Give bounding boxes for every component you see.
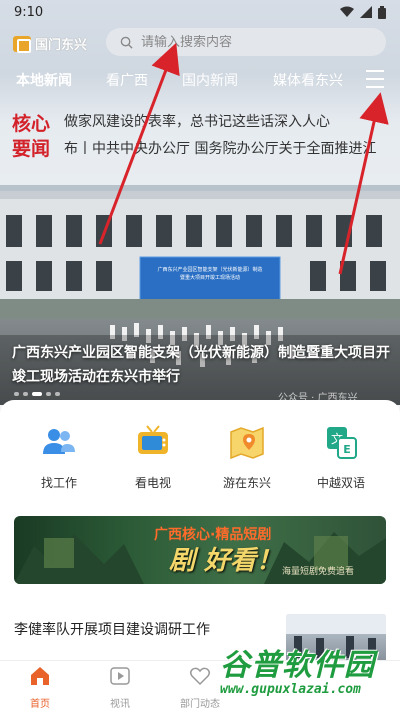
service-label: 游在东兴 (222, 476, 271, 490)
service-grid: 找工作 看电视 游在东兴 文 E 中越双语 (0, 422, 400, 492)
app-header: 国门东兴 (0, 28, 400, 58)
svg-text:广西东兴产业园区智能支架（光伏新能源）制造: 广西东兴产业园区智能支架（光伏新能源）制造 (157, 266, 262, 273)
news-title: 李健率队开展项目建设调研工作 (14, 622, 210, 638)
tab-domestic-news[interactable]: 国内新闻 (182, 70, 238, 90)
search-icon (120, 36, 133, 49)
banner-caption[interactable]: 广西东兴产业园区智能支架（光伏新能源）制造暨重大项目开竣工现场活动在东兴市举行 (12, 341, 392, 389)
heart-icon (189, 667, 211, 686)
status-time: 9:10 (14, 4, 44, 20)
service-tour-dongxing[interactable]: 游在东兴 (212, 422, 282, 491)
carousel-indicator (14, 392, 60, 396)
nav-label: 视讯 (110, 699, 130, 710)
status-icons (340, 5, 386, 19)
headline-item[interactable]: 做家风建设的表率，总书记这些话深入人心 (64, 111, 394, 131)
tab-guangxi[interactable]: 看广西 (106, 70, 148, 90)
search-input[interactable] (141, 34, 341, 50)
search-box[interactable] (106, 28, 386, 56)
battery-icon (378, 5, 386, 19)
service-label: 看电视 (134, 476, 171, 490)
wifi-icon (340, 6, 354, 17)
logo-text: 国门东兴 (35, 38, 88, 53)
watermark-name: 谷普软件园 (220, 648, 375, 683)
service-label: 找工作 (40, 476, 77, 490)
map-icon (230, 426, 264, 460)
service-bilingual[interactable]: 文 E 中越双语 (306, 422, 376, 491)
status-bar: 9:10 (0, 0, 400, 24)
service-watch-tv[interactable]: 看电视 (118, 422, 188, 491)
translate-icon: 文 E (327, 427, 357, 459)
promo-subtitle: 海量短剧免费追看 (282, 567, 355, 577)
core-headlines: 核心 要闻 做家风建设的表率，总书记这些话深入人心 布丨中共中央办公厅 国务院办… (0, 108, 400, 168)
promo-banner[interactable]: 广西核心·精品短剧 剧 好看！ 海量短剧免费追看 (14, 516, 386, 584)
play-icon (110, 667, 130, 685)
app-logo[interactable]: 国门东兴 (13, 34, 87, 53)
banner-carousel[interactable]: 广西东兴产业园区智能支架（光伏新能源）制造 暨重大项目开竣工现场活动 广西东兴产… (0, 185, 400, 405)
promo-headline: 剧 好看！ (169, 546, 283, 576)
tv-icon (138, 425, 168, 454)
headline-item[interactable]: 布丨中共中央办公厅 国务院办公厅关于全面推进江 (64, 138, 394, 158)
svg-text:暨重大项目开竣工现场活动: 暨重大项目开竣工现场活动 (180, 274, 240, 281)
signal-icon (360, 6, 372, 18)
headlines-label: 核心 要闻 (12, 113, 51, 160)
nav-home[interactable]: 首页 (10, 665, 70, 710)
people-icon (43, 429, 75, 454)
nav-video[interactable]: 视讯 (90, 665, 150, 710)
tab-local-news[interactable]: 本地新闻 (16, 70, 72, 90)
tab-media-dongxing[interactable]: 媒体看东兴 (273, 70, 343, 90)
logo-icon (13, 35, 31, 53)
site-watermark: 谷普软件园 www.gupuxlazai.com (216, 640, 400, 712)
service-find-job[interactable]: 找工作 (24, 422, 94, 491)
home-icon (31, 667, 49, 685)
svg-text:E: E (343, 443, 351, 456)
news-tabs: 本地新闻 看广西 国内新闻 媒体看东兴 (0, 64, 400, 96)
menu-icon[interactable] (366, 70, 388, 88)
service-label: 中越双语 (316, 476, 365, 490)
watermark-url: www.gupuxlazai.com (220, 682, 361, 697)
nav-label: 首页 (30, 699, 50, 710)
